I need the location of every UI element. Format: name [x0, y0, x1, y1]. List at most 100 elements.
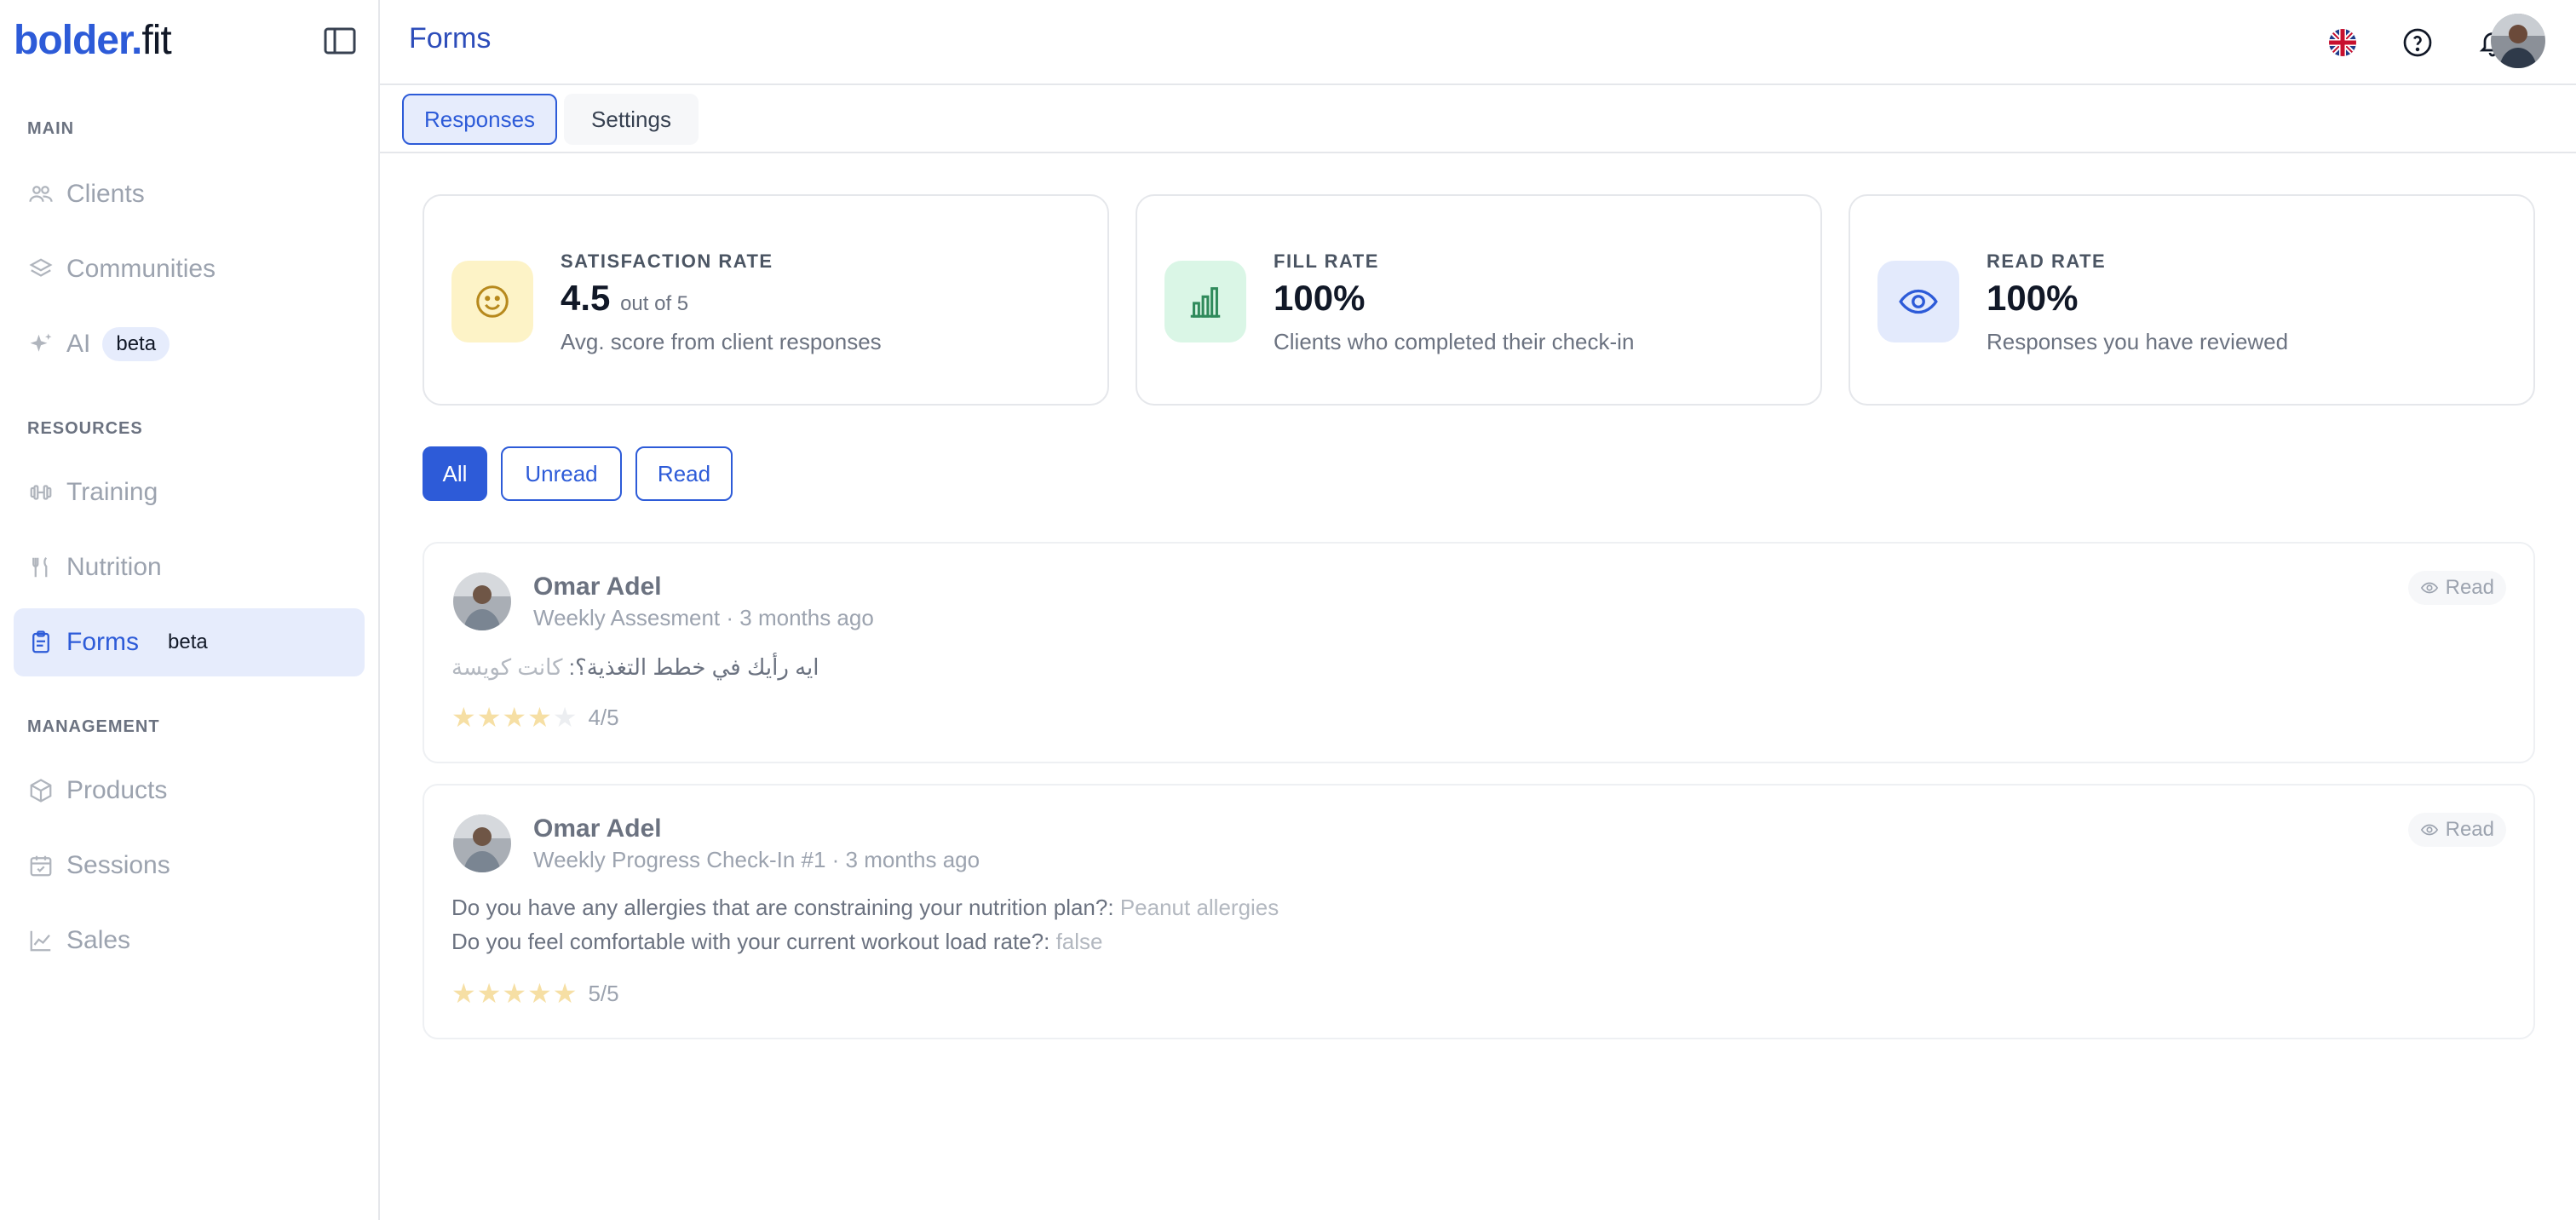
- stat-title: SATISFACTION RATE: [561, 250, 773, 272]
- users-icon: [27, 181, 55, 208]
- rating-stars: ★ ★ ★ ★ ★ 4/5: [451, 704, 619, 731]
- page-title: Forms: [409, 22, 492, 55]
- rating-stars: ★ ★ ★ ★ ★ 5/5: [451, 980, 619, 1007]
- sidebar-item-ai[interactable]: AI beta: [14, 310, 365, 378]
- rating-label: 4/5: [588, 704, 619, 730]
- response-meta: Weekly Progress Check-In #1 · 3 months a…: [533, 847, 980, 872]
- star-icon: ★: [527, 702, 552, 733]
- stat-card-fill-rate: FILL RATE 100% Clients who completed the…: [1136, 194, 1822, 406]
- stat-card-read-rate: READ RATE 100% Responses you have review…: [1849, 194, 2535, 406]
- language-flag-icon[interactable]: [2322, 22, 2363, 63]
- logo-light-text: fit: [141, 18, 171, 63]
- filter-unread-button[interactable]: Unread: [501, 446, 622, 501]
- filter-read-button[interactable]: Read: [635, 446, 733, 501]
- clipboard-icon: [27, 629, 55, 656]
- beta-badge: beta: [102, 327, 170, 361]
- read-status-label: Read: [2445, 818, 2494, 841]
- sidebar-item-communities[interactable]: Communities: [14, 235, 365, 303]
- star-icon: ★: [552, 978, 578, 1009]
- stat-value-number: 100%: [1987, 278, 2079, 318]
- qa-line: ايه رأيك في خطط التغذية؟: كانت كويسة: [451, 654, 819, 681]
- sidebar-item-products[interactable]: Products: [14, 757, 365, 825]
- sidebar-item-training[interactable]: Training: [14, 458, 365, 527]
- sidebar-item-forms[interactable]: Forms beta: [14, 608, 365, 676]
- star-icon: ★: [451, 702, 476, 733]
- star-icon: ★: [552, 702, 578, 733]
- bar-chart-icon: [1164, 261, 1246, 342]
- logo-bold-text: bolder.: [14, 18, 142, 63]
- sparkles-icon: [27, 331, 55, 358]
- tab-settings[interactable]: Settings: [564, 94, 699, 145]
- read-status-badge[interactable]: Read: [2407, 813, 2506, 847]
- star-icon: ★: [502, 978, 527, 1009]
- response-meta: Weekly Assesment · 3 months ago: [533, 605, 874, 630]
- sidebar-item-label: Clients: [66, 180, 145, 208]
- sidebar-item-sessions[interactable]: Sessions: [14, 832, 365, 900]
- stat-description: Responses you have reviewed: [1987, 329, 2289, 354]
- stat-value: 100%: [1274, 278, 1365, 319]
- star-icon: ★: [451, 978, 476, 1009]
- stat-value-number: 4.5: [561, 278, 611, 318]
- filter-all-button[interactable]: All: [423, 446, 487, 501]
- rating-label: 5/5: [588, 980, 619, 1006]
- sidebar-item-label: Nutrition: [66, 553, 162, 581]
- sidebar-item-clients[interactable]: Clients: [14, 160, 365, 228]
- stat-card-satisfaction: SATISFACTION RATE 4.5 out of 5 Avg. scor…: [423, 194, 1109, 406]
- question-text: Do you feel comfortable with your curren…: [451, 929, 1050, 954]
- package-icon: [27, 777, 55, 804]
- sidebar-item-label: AI: [66, 330, 91, 358]
- sidebar-item-label: Sessions: [66, 851, 170, 879]
- answer-text: Peanut allergies: [1119, 895, 1279, 920]
- qa-line: Do you have any allergies that are const…: [451, 895, 1279, 921]
- user-avatar[interactable]: [2491, 14, 2545, 68]
- section-title-resources: RESOURCES: [27, 419, 143, 438]
- answer-text: كانت كويسة: [451, 654, 563, 680]
- response-card[interactable]: Omar Adel Weekly Assesment · 3 months ag…: [423, 542, 2535, 763]
- star-icon: ★: [527, 978, 552, 1009]
- respondent-avatar: [453, 814, 511, 872]
- calendar-check-icon: [27, 852, 55, 879]
- stat-value-number: 100%: [1274, 278, 1366, 318]
- beta-badge: beta: [168, 630, 208, 653]
- top-header: Forms: [380, 0, 2576, 85]
- brand-logo[interactable]: bolder.fit: [14, 15, 172, 66]
- read-status-badge[interactable]: Read: [2407, 571, 2506, 605]
- layers-icon: [27, 256, 55, 283]
- stat-title: FILL RATE: [1274, 250, 1379, 272]
- chart-line-icon: [27, 927, 55, 954]
- sidebar-item-label: Forms: [66, 628, 139, 656]
- eye-icon: [1877, 261, 1959, 342]
- tab-bar: Responses Settings: [380, 85, 2576, 153]
- eye-icon: [2420, 582, 2438, 594]
- stat-value-suffix: out of 5: [620, 292, 689, 315]
- star-icon: ★: [476, 702, 502, 733]
- sidebar-item-label: Products: [66, 776, 168, 804]
- eye-icon: [2420, 824, 2438, 836]
- smile-icon: [451, 261, 533, 342]
- answer-text: false: [1055, 929, 1103, 954]
- respondent-name: Omar Adel: [533, 814, 662, 843]
- sidebar-item-sales[interactable]: Sales: [14, 906, 365, 975]
- star-icon: ★: [502, 702, 527, 733]
- stat-description: Clients who completed their check-in: [1274, 329, 1635, 354]
- dumbbell-icon: [27, 479, 55, 506]
- sidebar-item-nutrition[interactable]: Nutrition: [14, 533, 365, 601]
- sidebar-toggle-icon[interactable]: [322, 26, 358, 56]
- sidebar-item-label: Communities: [66, 255, 216, 283]
- response-card[interactable]: Omar Adel Weekly Progress Check-In #1 · …: [423, 784, 2535, 1039]
- help-icon[interactable]: [2397, 22, 2438, 63]
- star-icon: ★: [476, 978, 502, 1009]
- read-status-label: Read: [2445, 576, 2494, 599]
- question-text: Do you have any allergies that are const…: [451, 895, 1114, 920]
- section-title-management: MANAGEMENT: [27, 717, 160, 736]
- sidebar-item-label: Sales: [66, 926, 131, 954]
- stat-description: Avg. score from client responses: [561, 329, 882, 354]
- stat-value: 100%: [1987, 278, 2078, 319]
- utensils-icon: [27, 554, 55, 581]
- sidebar: bolder.fit MAIN Clients Communities AI b…: [0, 0, 380, 1220]
- stat-value: 4.5 out of 5: [561, 278, 688, 319]
- respondent-name: Omar Adel: [533, 573, 662, 601]
- qa-line: Do you feel comfortable with your curren…: [451, 929, 1103, 955]
- tab-responses[interactable]: Responses: [402, 94, 557, 145]
- respondent-avatar: [453, 573, 511, 630]
